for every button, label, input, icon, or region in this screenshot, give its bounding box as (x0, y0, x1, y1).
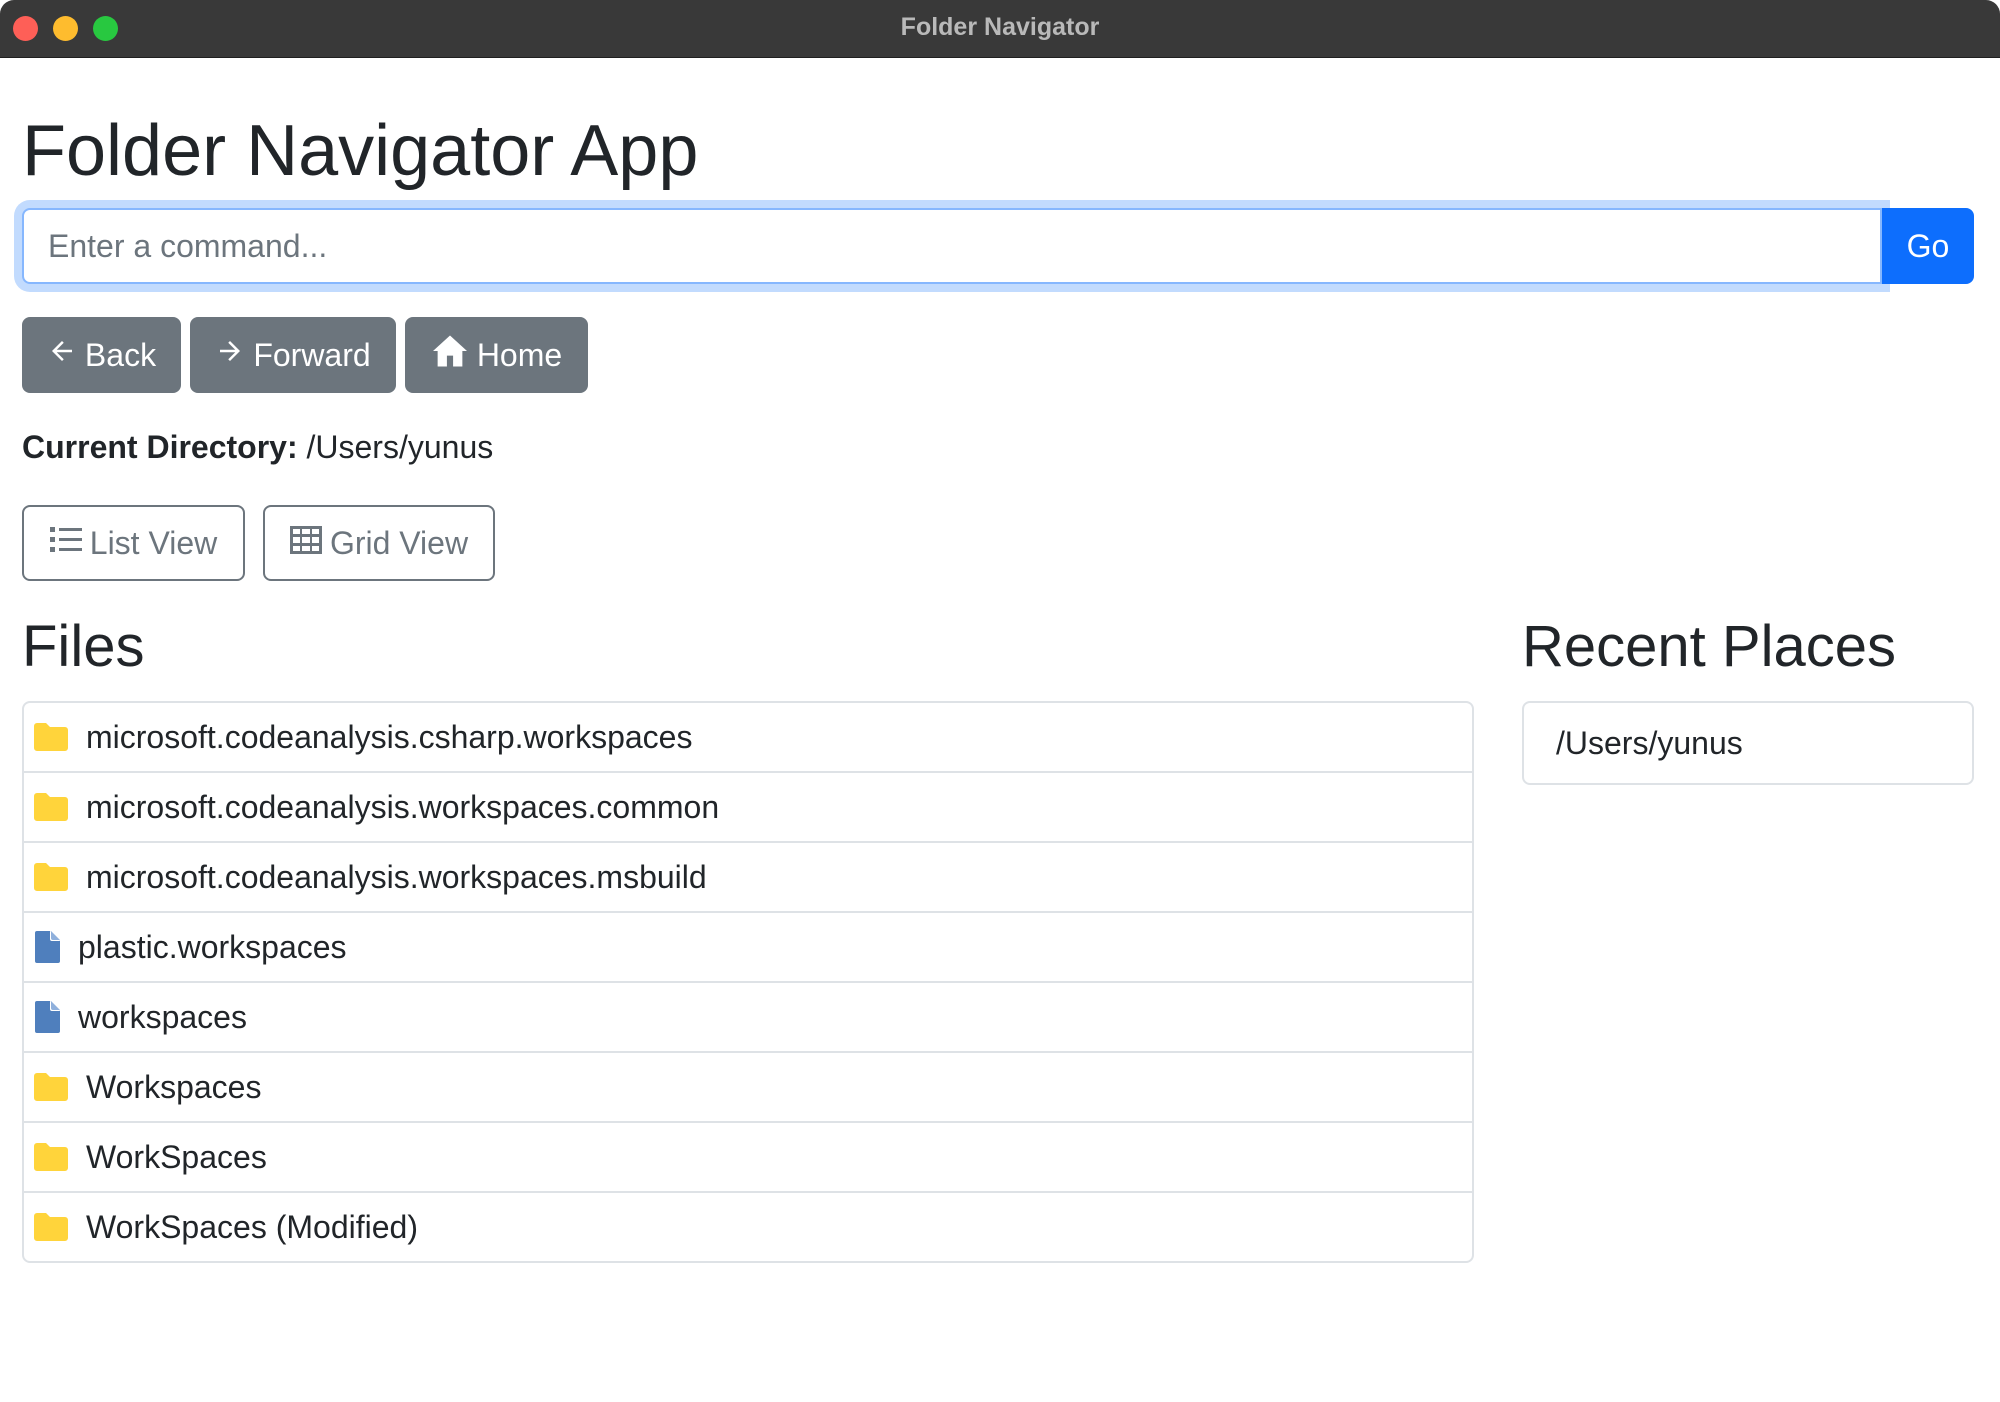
file-name: plastic.workspaces (78, 928, 347, 965)
list-item[interactable]: WorkSpaces (Modified) (24, 1193, 1472, 1261)
grid-view-label: Grid View (329, 524, 469, 561)
folder-icon (34, 1143, 68, 1171)
list-item[interactable]: microsoft.codeanalysis.workspaces.common (24, 773, 1472, 843)
recent-places-heading: Recent Places (1522, 614, 1896, 679)
file-name: microsoft.codeanalysis.workspaces.msbuil… (86, 858, 707, 895)
list-item[interactable]: plastic.workspaces (24, 913, 1472, 983)
file-icon (35, 931, 60, 963)
folder-icon (34, 1213, 68, 1241)
go-button[interactable]: Go (1882, 208, 1974, 284)
forward-label: Forward (253, 336, 371, 373)
list-view-label: List View (89, 524, 218, 561)
command-bar: Go (22, 208, 1974, 284)
back-button[interactable]: Back (22, 317, 181, 393)
file-name: WorkSpaces (Modified) (86, 1208, 418, 1245)
current-directory-path: /Users/yunus (306, 429, 494, 465)
arrow-left-icon (47, 336, 77, 374)
file-name: workspaces (78, 998, 247, 1035)
arrow-right-icon (215, 336, 245, 374)
recent-place-item[interactable]: /Users/yunus (1524, 703, 1972, 783)
current-directory: Current Directory: /Users/yunus (22, 429, 493, 466)
list-icon (49, 525, 82, 562)
app-window: Folder Navigator Folder Navigator App Go… (0, 0, 2000, 1402)
file-list: microsoft.codeanalysis.csharp.workspaces… (22, 701, 1474, 1263)
forward-button[interactable]: Forward (190, 317, 396, 393)
back-label: Back (84, 336, 157, 373)
title-bar: Folder Navigator (0, 0, 2000, 58)
file-name: microsoft.codeanalysis.csharp.workspaces (86, 718, 693, 755)
folder-icon (34, 723, 68, 751)
file-name: microsoft.codeanalysis.workspaces.common (86, 788, 720, 825)
recent-place-path: /Users/yunus (1556, 724, 1743, 761)
grid-icon (289, 525, 322, 562)
list-item[interactable]: WorkSpaces (24, 1123, 1472, 1193)
file-name: WorkSpaces (86, 1138, 267, 1175)
list-item[interactable]: Workspaces (24, 1053, 1472, 1123)
home-icon (431, 334, 469, 376)
list-item[interactable]: microsoft.codeanalysis.csharp.workspaces (24, 703, 1472, 773)
folder-icon (34, 793, 68, 821)
list-view-button[interactable]: List View (22, 505, 245, 581)
folder-icon (34, 1073, 68, 1101)
window-title: Folder Navigator (900, 13, 1100, 41)
home-button[interactable]: Home (405, 317, 588, 393)
recent-places-list: /Users/yunus (1522, 701, 1974, 785)
file-name: Workspaces (86, 1068, 262, 1105)
main-content: Folder Navigator App Go Back Forward Hom… (0, 57, 2000, 1402)
page-title: Folder Navigator App (22, 111, 699, 191)
grid-view-button[interactable]: Grid View (263, 505, 495, 581)
file-icon (35, 1001, 60, 1033)
current-directory-label: Current Directory: (22, 429, 298, 465)
home-label: Home (476, 336, 563, 373)
command-input[interactable] (22, 208, 1882, 284)
list-item[interactable]: workspaces (24, 983, 1472, 1053)
list-item[interactable]: microsoft.codeanalysis.workspaces.msbuil… (24, 843, 1472, 913)
files-heading: Files (22, 614, 145, 679)
folder-icon (34, 863, 68, 891)
